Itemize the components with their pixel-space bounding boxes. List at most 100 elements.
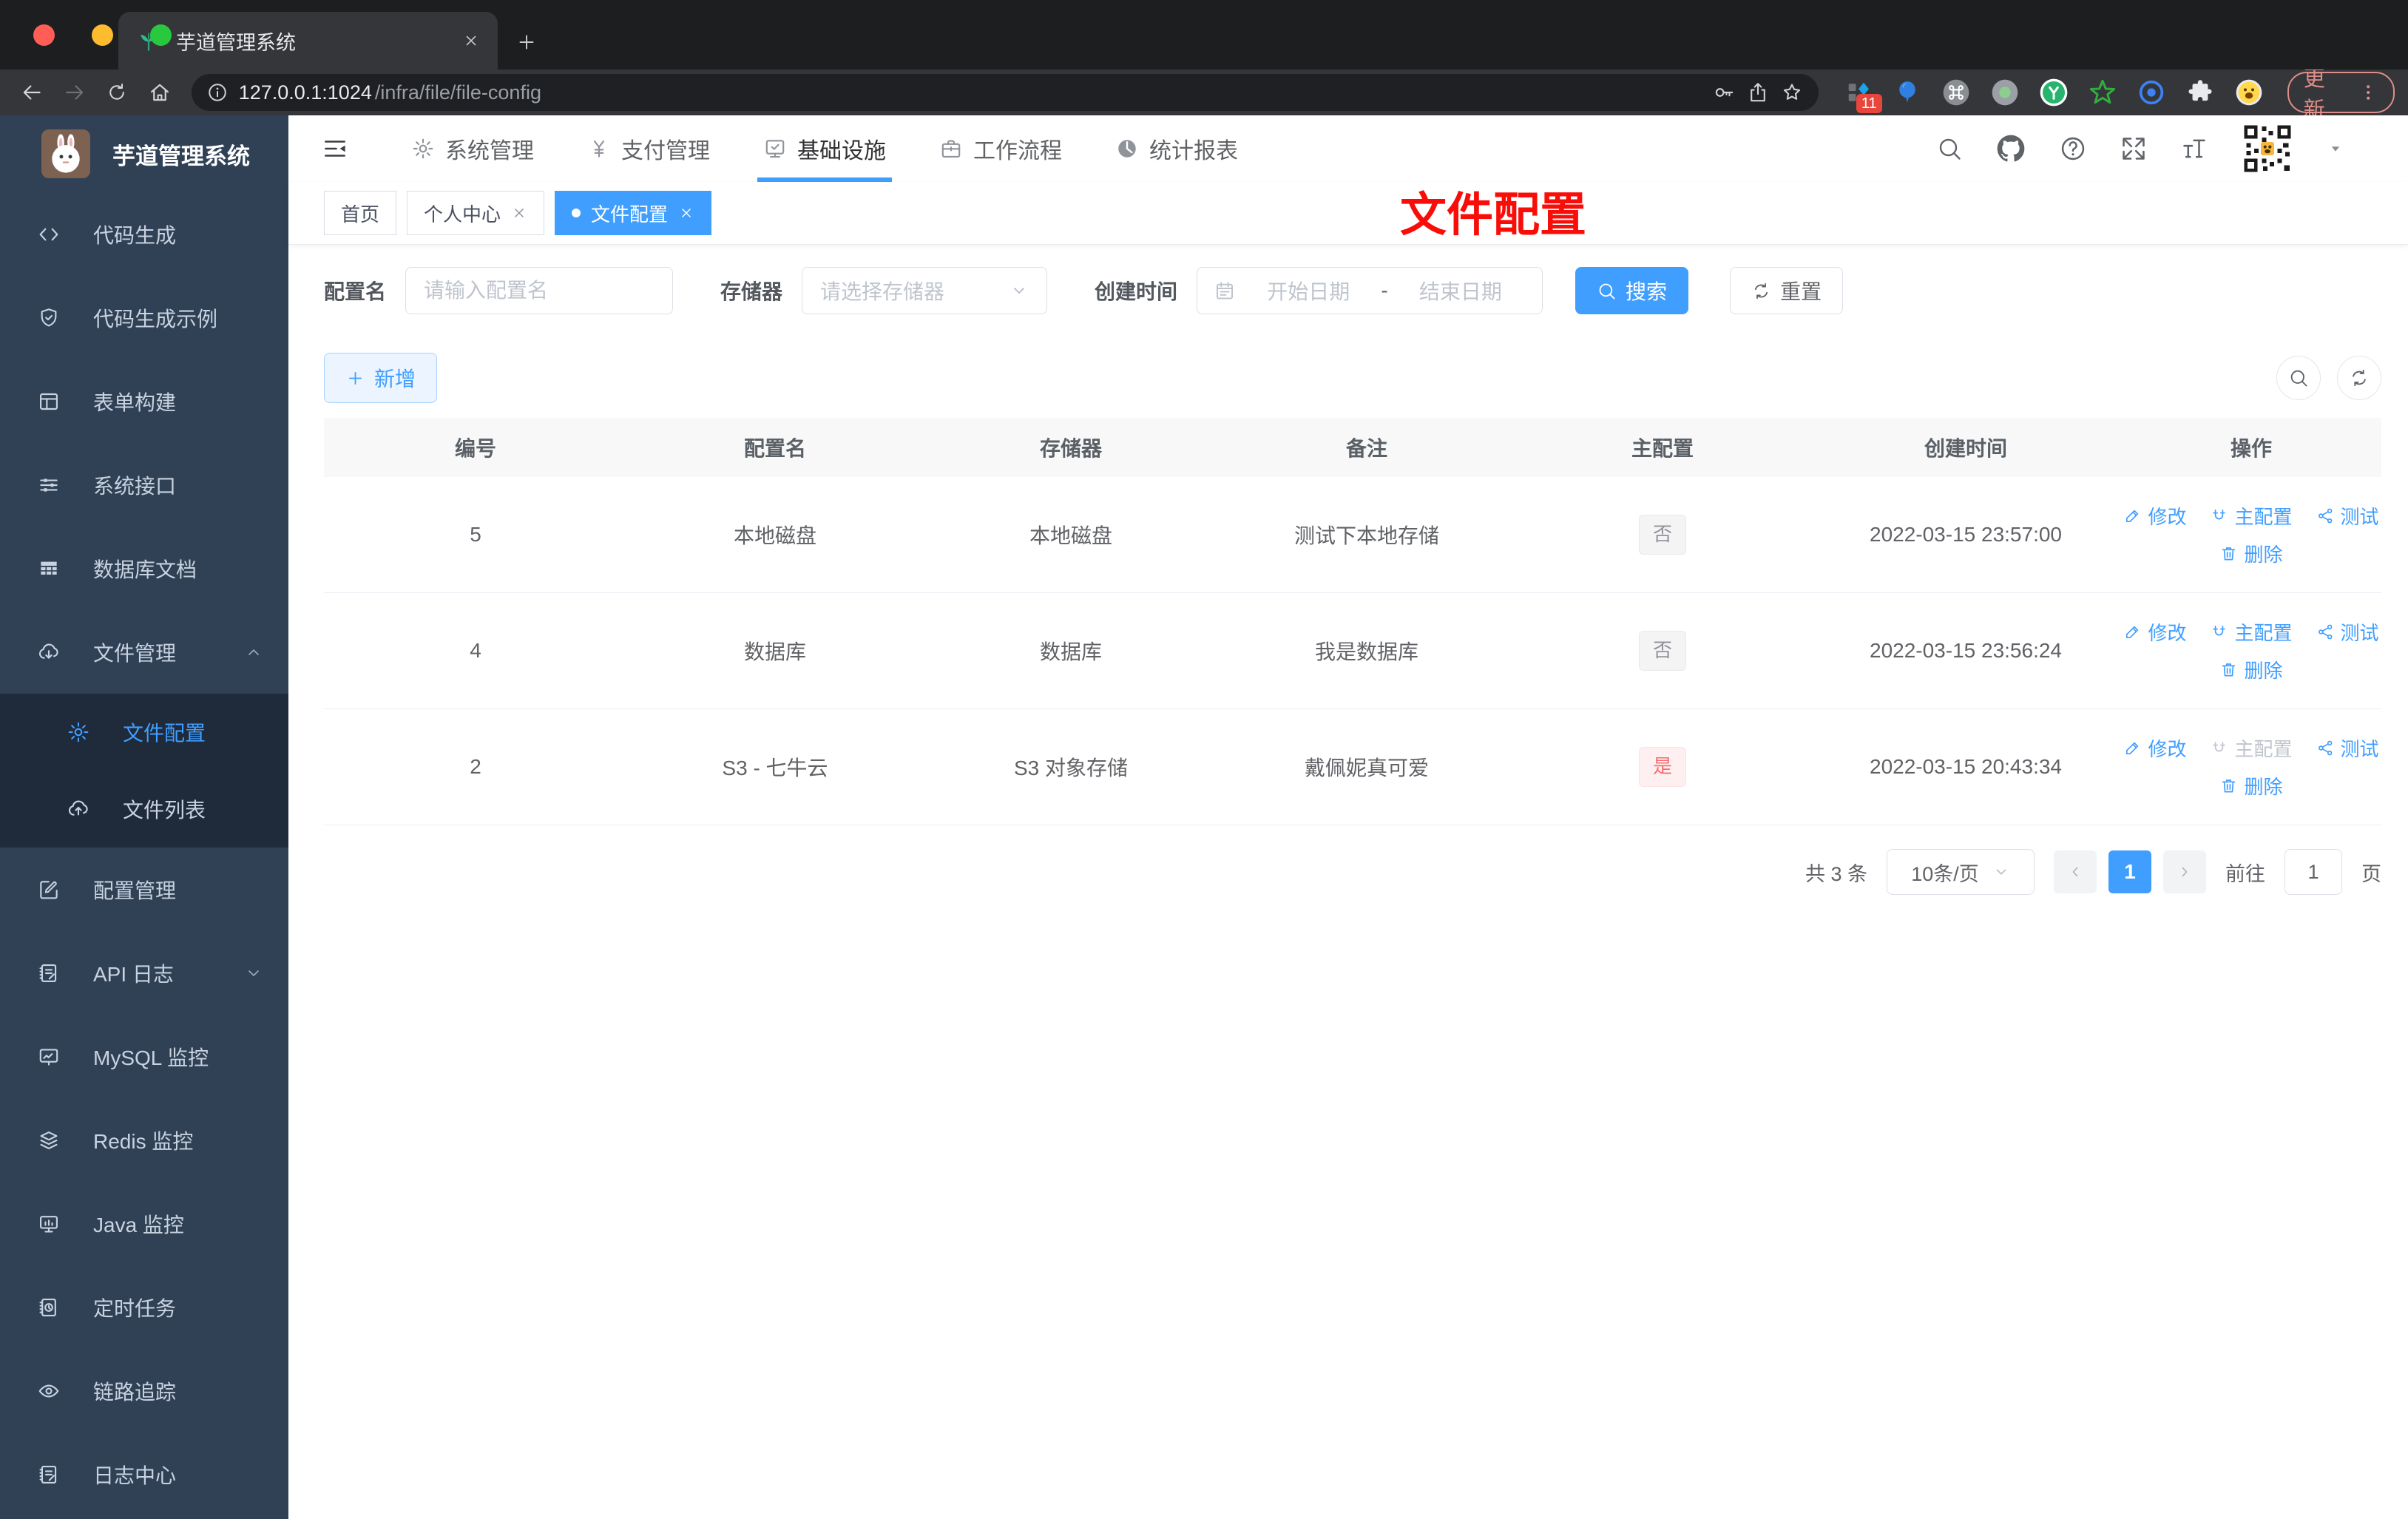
site-info-icon[interactable] bbox=[206, 81, 229, 104]
sidebar-item-api-log[interactable]: API 日志 bbox=[0, 931, 288, 1015]
sidebar-item-code-gen-demo[interactable]: 代码生成示例 bbox=[0, 276, 288, 359]
edit-square-icon bbox=[37, 878, 61, 901]
edit-icon bbox=[2123, 623, 2142, 641]
new-tab-button[interactable] bbox=[508, 24, 545, 61]
profile-avatar-icon[interactable] bbox=[2234, 78, 2264, 107]
tab-home[interactable]: 首页 bbox=[324, 191, 397, 235]
file-management-submenu: 文件配置 文件列表 bbox=[0, 694, 288, 848]
fullscreen-icon[interactable] bbox=[2120, 135, 2148, 163]
sidebar-item-config-management[interactable]: 配置管理 bbox=[0, 848, 288, 931]
app-logo[interactable]: 芋道管理系统 bbox=[0, 115, 288, 192]
delete-action[interactable]: 删除 bbox=[2219, 540, 2283, 567]
sidebar-item-code-gen[interactable]: 代码生成 bbox=[0, 192, 288, 276]
minimize-window-button[interactable] bbox=[92, 24, 113, 46]
sidebar-item-trace[interactable]: 链路追踪 bbox=[0, 1349, 288, 1432]
top-menu-infrastructure[interactable]: 基础设施 bbox=[737, 115, 913, 182]
next-page-button[interactable] bbox=[2163, 850, 2206, 893]
reset-button[interactable]: 重置 bbox=[1730, 267, 1844, 314]
sidebar-item-log-center[interactable]: 日志中心 bbox=[0, 1432, 288, 1516]
search-icon[interactable] bbox=[1936, 135, 1963, 162]
top-menu-reports[interactable]: 统计报表 bbox=[1089, 115, 1265, 182]
test-action[interactable]: 测试 bbox=[2316, 618, 2379, 646]
top-menu-payment[interactable]: 支付管理 bbox=[561, 115, 737, 182]
config-name-label: 配置名 bbox=[324, 280, 387, 303]
toggle-search-button[interactable] bbox=[2276, 356, 2321, 400]
page-number-1[interactable]: 1 bbox=[2108, 850, 2151, 893]
search-button[interactable]: 搜索 bbox=[1575, 267, 1689, 314]
browser-tab[interactable]: 芋道管理系统 bbox=[118, 12, 498, 70]
extensions-puzzle-icon[interactable] bbox=[2185, 78, 2215, 107]
extension-icon[interactable] bbox=[1990, 78, 2020, 107]
share-icon[interactable] bbox=[1746, 81, 1770, 104]
edit-action[interactable]: 修改 bbox=[2123, 618, 2186, 646]
sidebar-item-file-list[interactable]: 文件列表 bbox=[0, 771, 288, 848]
tab-file-config[interactable]: 文件配置 bbox=[555, 191, 712, 235]
user-caret-down-icon[interactable] bbox=[2327, 140, 2344, 158]
page-size-select[interactable]: 10条/页 bbox=[1887, 849, 2035, 895]
address-bar[interactable]: 127.0.0.1:1024/infra/file/file-config bbox=[191, 74, 1819, 111]
sidebar-item-db-doc[interactable]: 数据库文档 bbox=[0, 527, 288, 610]
forward-button[interactable] bbox=[56, 73, 93, 112]
extension-icon[interactable]: 11 bbox=[1844, 78, 1882, 113]
refresh-table-button[interactable] bbox=[2337, 356, 2381, 400]
sidebar-item-redis-monitor[interactable]: Redis 监控 bbox=[0, 1098, 288, 1182]
browser-update-button[interactable]: 更新 bbox=[2287, 67, 2395, 122]
test-action[interactable]: 测试 bbox=[2316, 502, 2379, 530]
user-avatar[interactable] bbox=[2241, 122, 2294, 175]
add-button[interactable]: 新增 bbox=[324, 353, 438, 403]
font-size-icon[interactable] bbox=[2180, 135, 2208, 163]
shield-check-icon bbox=[37, 306, 61, 330]
master-action[interactable]: 主配置 bbox=[2210, 618, 2293, 646]
tab-profile[interactable]: 个人中心 bbox=[407, 191, 545, 235]
goto-page-input[interactable] bbox=[2284, 849, 2342, 895]
maximize-window-button[interactable] bbox=[150, 24, 172, 46]
api-log-icon bbox=[37, 961, 61, 985]
extension-icon[interactable] bbox=[1941, 78, 1971, 107]
edit-action[interactable]: 修改 bbox=[2123, 502, 2186, 530]
tab-close-icon[interactable] bbox=[462, 32, 480, 50]
extension-icon[interactable] bbox=[2039, 78, 2069, 107]
storage-select[interactable]: 请选择存储器 bbox=[802, 267, 1048, 314]
sidebar: 芋道管理系统 代码生成 代码生成示例 表单构建 系统接口 数据库文档 文件管理 … bbox=[0, 115, 288, 1519]
github-icon[interactable] bbox=[1995, 133, 2026, 164]
top-menu-workflow[interactable]: 工作流程 bbox=[913, 115, 1089, 182]
close-window-button[interactable] bbox=[33, 24, 55, 46]
window-controls[interactable] bbox=[33, 24, 172, 46]
top-menu-system[interactable]: 系统管理 bbox=[385, 115, 561, 182]
sidebar-item-mysql-monitor[interactable]: MySQL 监控 bbox=[0, 1015, 288, 1098]
sidebar-item-form-builder[interactable]: 表单构建 bbox=[0, 359, 288, 443]
prev-page-button[interactable] bbox=[2054, 850, 2097, 893]
bookmark-star-icon[interactable] bbox=[1780, 81, 1804, 104]
sidebar-item-java-monitor[interactable]: Java 监控 bbox=[0, 1182, 288, 1265]
delete-action[interactable]: 删除 bbox=[2219, 772, 2283, 799]
sidebar-item-file-config[interactable]: 文件配置 bbox=[0, 694, 288, 771]
mysql-monitor-icon bbox=[37, 1045, 61, 1069]
reload-button[interactable] bbox=[98, 73, 135, 112]
help-icon[interactable] bbox=[2059, 135, 2087, 163]
extension-icon[interactable] bbox=[2137, 78, 2166, 107]
sidebar-item-file-management[interactable]: 文件管理 bbox=[0, 610, 288, 694]
password-key-icon[interactable] bbox=[1712, 81, 1736, 104]
gear-icon bbox=[67, 720, 90, 744]
goto-label: 前往 bbox=[2225, 862, 2265, 885]
menu-fold-icon[interactable] bbox=[321, 135, 349, 163]
close-icon[interactable] bbox=[678, 205, 694, 221]
test-action[interactable]: 测试 bbox=[2316, 734, 2379, 762]
sidebar-item-scheduled-tasks[interactable]: 定时任务 bbox=[0, 1265, 288, 1349]
start-date-placeholder[interactable]: 开始日期 bbox=[1243, 276, 1373, 305]
config-name-input[interactable] bbox=[405, 267, 674, 314]
date-separator: - bbox=[1381, 279, 1388, 302]
edit-action[interactable]: 修改 bbox=[2123, 734, 2186, 762]
browser-menu-dots-icon[interactable] bbox=[2358, 81, 2378, 104]
sidebar-item-system-api[interactable]: 系统接口 bbox=[0, 443, 288, 527]
date-range-picker[interactable]: 开始日期 - 结束日期 bbox=[1197, 267, 1543, 314]
extension-icon[interactable] bbox=[1893, 78, 1922, 107]
close-icon[interactable] bbox=[511, 205, 527, 221]
delete-action[interactable]: 删除 bbox=[2219, 656, 2283, 683]
cell-created: 2022-03-15 23:57:00 bbox=[1870, 523, 2062, 546]
extension-icon[interactable] bbox=[2088, 78, 2117, 107]
home-button[interactable] bbox=[141, 73, 178, 112]
back-button[interactable] bbox=[13, 73, 50, 112]
end-date-placeholder[interactable]: 结束日期 bbox=[1396, 276, 1526, 305]
master-action[interactable]: 主配置 bbox=[2210, 502, 2293, 530]
